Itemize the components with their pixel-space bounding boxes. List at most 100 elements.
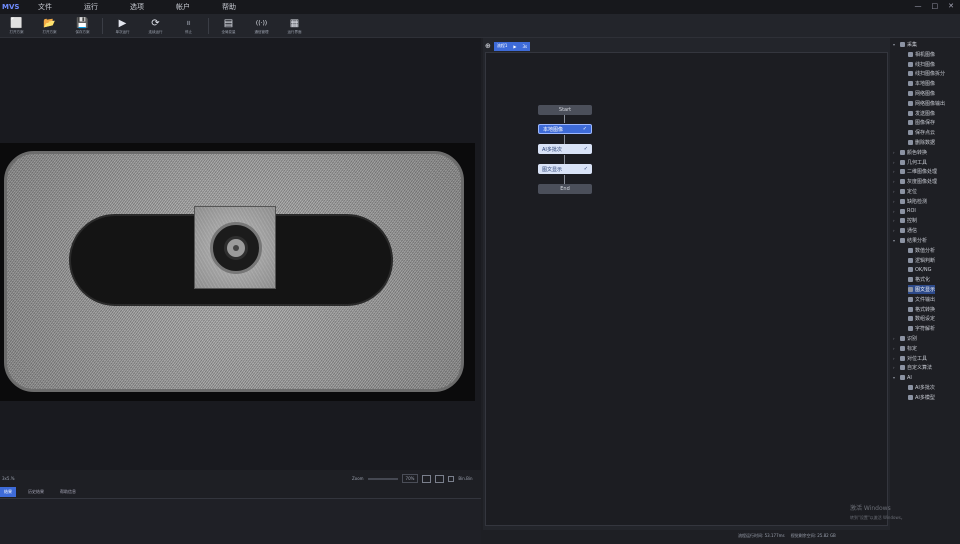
tree-tool-item[interactable]: 格式化 bbox=[908, 275, 930, 284]
toolbar-button-run-ui[interactable]: ▦ 运行界面 bbox=[278, 15, 311, 37]
toolbar-button-new[interactable]: ⬜ 打开方案 bbox=[0, 15, 33, 37]
tree-tool-item[interactable]: 数组设定 bbox=[908, 314, 935, 323]
toolbar-button-global-vars[interactable]: ▤ 全局变量 bbox=[212, 15, 245, 37]
menu-options[interactable]: 选项 bbox=[114, 2, 160, 12]
tree-category[interactable]: › 通信 bbox=[893, 226, 917, 235]
expand-caret-icon[interactable]: › bbox=[893, 189, 898, 194]
expand-caret-icon[interactable]: › bbox=[893, 365, 898, 370]
flow-canvas[interactable]: Start 本地图像 ✓ AI多批次 ✓ 图文显示 ✓ End bbox=[485, 52, 888, 526]
maximize-icon[interactable]: □ bbox=[932, 2, 939, 10]
toolbar-button-stop[interactable]: ⏸ 停止 bbox=[172, 15, 205, 37]
tree-tool-item[interactable]: 本地图像 bbox=[908, 79, 935, 88]
tree-category[interactable]: ▾ 结果分析 bbox=[893, 236, 927, 245]
tree-category[interactable]: › 对位工具 bbox=[893, 354, 927, 363]
expand-caret-icon[interactable]: › bbox=[893, 346, 898, 351]
tree-tool-item[interactable]: AI多模型 bbox=[908, 393, 935, 402]
tab-help-info[interactable]: 帮助信息 bbox=[56, 487, 80, 497]
tree-tool-item[interactable]: 网络图像 bbox=[908, 89, 935, 98]
zoom-slider[interactable] bbox=[367, 477, 398, 480]
flow-node-text-display[interactable]: 图文显示 ✓ bbox=[538, 164, 592, 174]
tree-category[interactable]: › 二维图像处理 bbox=[893, 167, 937, 176]
menu-help[interactable]: 帮助 bbox=[206, 2, 252, 12]
menu-account[interactable]: 帐户 bbox=[160, 2, 206, 12]
tree-category[interactable]: › 颜色转换 bbox=[893, 148, 927, 157]
tree-tool-item[interactable]: 图像保存 bbox=[908, 118, 935, 127]
toolbar-button-comm[interactable]: ((·)) 通信管理 bbox=[245, 15, 278, 37]
menu-run[interactable]: 运行 bbox=[68, 2, 114, 12]
play-icon[interactable]: ▶ bbox=[513, 44, 516, 49]
tree-category[interactable]: › 灰度图像处理 bbox=[893, 177, 937, 186]
expand-caret-icon[interactable]: › bbox=[893, 169, 898, 174]
flow-connector bbox=[564, 135, 565, 144]
flow-node-local-image[interactable]: 本地图像 ✓ bbox=[538, 124, 592, 134]
flow-node-end[interactable]: End bbox=[538, 184, 592, 194]
disk-space: 视觉剩余空间: 25.82 GB bbox=[790, 533, 836, 538]
toolbar-button-run-continuous[interactable]: ⟳ 连续运行 bbox=[139, 15, 172, 37]
tree-category[interactable]: › 自定义算法 bbox=[893, 363, 932, 372]
tree-category[interactable]: ▾ 采集 bbox=[893, 40, 917, 49]
menu-file[interactable]: 文件 bbox=[22, 2, 68, 12]
tree-item-label: 通信 bbox=[907, 228, 918, 235]
zoom-value[interactable]: 70% bbox=[401, 474, 419, 483]
flow-node-ai-batch[interactable]: AI多批次 ✓ bbox=[538, 144, 592, 154]
fit-icon[interactable] bbox=[422, 474, 432, 483]
tree-category[interactable]: › 识别 bbox=[893, 334, 917, 343]
node-label: 本地图像 bbox=[543, 126, 564, 133]
tree-category[interactable]: › 控制 bbox=[893, 216, 917, 225]
tree-category[interactable]: › 几何工具 bbox=[893, 158, 927, 167]
new-scheme-icon: ⬜ bbox=[10, 18, 23, 29]
add-flow-icon[interactable]: ⊕ bbox=[485, 42, 491, 50]
expand-caret-icon[interactable]: › bbox=[893, 336, 898, 341]
tree-category[interactable]: ▾ AI bbox=[893, 373, 912, 382]
tree-tool-item[interactable]: 发送图像 bbox=[908, 109, 935, 118]
expand-caret-icon[interactable]: › bbox=[893, 209, 898, 214]
image-view[interactable] bbox=[0, 38, 481, 470]
expand-caret-icon[interactable]: › bbox=[893, 228, 898, 233]
tree-category[interactable]: › 缺陷检测 bbox=[893, 197, 927, 206]
tree-tool-item[interactable]: 文件输出 bbox=[908, 295, 935, 304]
tree-category[interactable]: › ROI bbox=[893, 207, 916, 216]
tree-tool-item[interactable]: 线扫图像拆分 bbox=[908, 69, 945, 78]
tree-tool-item[interactable]: 删除数据 bbox=[908, 138, 935, 147]
toolbar-button-open[interactable]: 📂 打开方案 bbox=[33, 15, 66, 37]
tree-tool-item[interactable]: 相机图像 bbox=[908, 50, 935, 59]
tree-tool-item[interactable]: 保存点云 bbox=[908, 128, 935, 137]
flow-node-start[interactable]: Start bbox=[538, 105, 592, 115]
tree-tool-item[interactable]: 线扫图像 bbox=[908, 60, 935, 69]
toolbar-button-save[interactable]: 💾 保存方案 bbox=[66, 15, 99, 37]
expand-caret-icon[interactable]: › bbox=[893, 218, 898, 223]
tree-category[interactable]: › 标定 bbox=[893, 344, 917, 353]
grid-icon[interactable] bbox=[435, 474, 445, 483]
tree-tool-item[interactable]: OK/NG bbox=[908, 265, 932, 274]
flow-tab[interactable]: 流程1 ▶ 3s bbox=[493, 41, 531, 51]
expand-caret-icon[interactable]: ▾ bbox=[893, 238, 898, 243]
expand-caret-icon[interactable]: › bbox=[893, 150, 898, 155]
tree-tool-item[interactable]: 逻辑判断 bbox=[908, 256, 935, 265]
tree-tool-item[interactable]: AI多批次 bbox=[908, 383, 935, 392]
tree-item-label: 字符解析 bbox=[915, 326, 936, 333]
tree-item-label: 文件输出 bbox=[915, 296, 936, 303]
tab-history[interactable]: 历史结果 bbox=[24, 487, 48, 497]
expand-caret-icon[interactable]: ▾ bbox=[893, 375, 898, 380]
minimize-icon[interactable]: — bbox=[915, 2, 922, 10]
tree-category[interactable]: › 定位 bbox=[893, 187, 917, 196]
flow-connector bbox=[564, 115, 565, 123]
center-boss bbox=[194, 206, 276, 289]
swatch-icon[interactable] bbox=[448, 475, 455, 482]
tree-tool-item[interactable]: 图文显示 bbox=[908, 285, 936, 294]
close-icon[interactable]: ✕ bbox=[948, 2, 954, 10]
expand-caret-icon[interactable]: › bbox=[893, 356, 898, 361]
tree-tool-item[interactable]: 字符解析 bbox=[908, 324, 935, 333]
toolbar-button-run-once[interactable]: ▶ 单次运行 bbox=[106, 15, 139, 37]
tool-icon bbox=[900, 238, 905, 243]
toolbar: ⬜ 打开方案 📂 打开方案 💾 保存方案 ▶ 单次运行 ⟳ 连续运行 ⏸ 停止 ▤ 全局变量 … bbox=[0, 14, 960, 38]
expand-caret-icon[interactable]: › bbox=[893, 199, 898, 204]
expand-caret-icon[interactable]: ▾ bbox=[893, 42, 898, 47]
tree-tool-item[interactable]: 格式转换 bbox=[908, 305, 935, 314]
tree-tool-item[interactable]: 网络图像输出 bbox=[908, 99, 945, 108]
tree-tool-item[interactable]: 数值分析 bbox=[908, 246, 935, 255]
tool-icon bbox=[900, 365, 905, 371]
expand-caret-icon[interactable]: › bbox=[893, 160, 898, 165]
tab-result[interactable]: 结果 bbox=[0, 486, 16, 497]
expand-caret-icon[interactable]: › bbox=[893, 179, 898, 184]
